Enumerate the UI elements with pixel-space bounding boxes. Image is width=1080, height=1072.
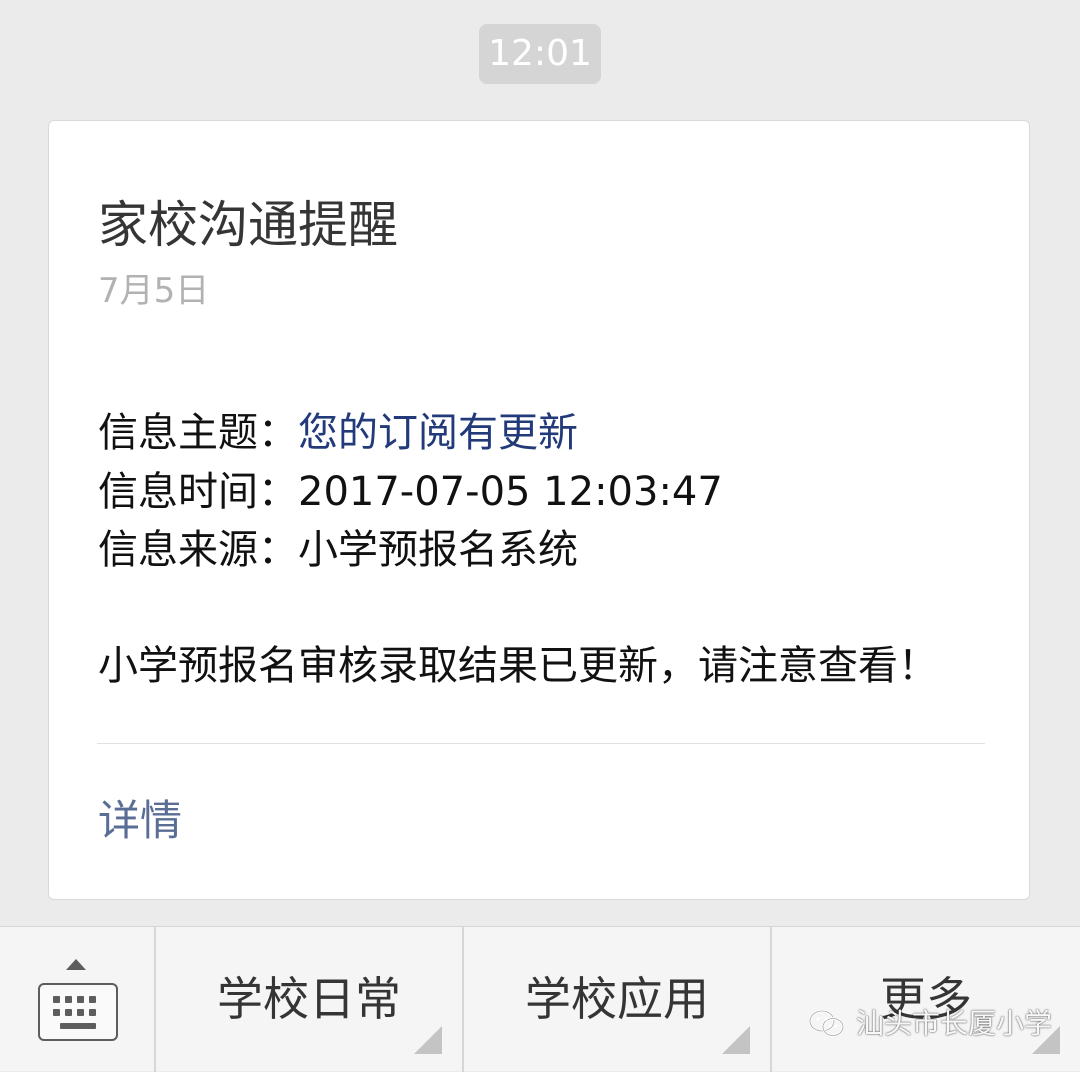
info-source-value: 小学预报名系统 bbox=[298, 527, 578, 573]
menu-item-school-daily[interactable]: 学校日常 bbox=[156, 927, 464, 1072]
details-link[interactable]: 详情 bbox=[98, 795, 182, 847]
card-body-text: 小学预报名审核录取结果已更新，请注意查看！ bbox=[98, 643, 938, 689]
chevron-up-icon bbox=[66, 959, 86, 970]
watermark: 汕头市长厦小学 bbox=[808, 1004, 1052, 1044]
submenu-indicator-icon bbox=[722, 1026, 750, 1054]
info-subject-value: 您的订阅有更新 bbox=[298, 410, 578, 456]
info-subject-label: 信息主题： bbox=[98, 410, 298, 456]
info-source-label: 信息来源： bbox=[98, 527, 298, 573]
keyboard-icon bbox=[38, 983, 118, 1041]
info-line-time: 信息时间：2017-07-05 12:03:47 bbox=[98, 467, 723, 517]
info-line-subject: 信息主题：您的订阅有更新 bbox=[98, 408, 578, 458]
info-time-value: 2017-07-05 12:03:47 bbox=[298, 469, 723, 515]
watermark-text: 汕头市长厦小学 bbox=[856, 1007, 1053, 1040]
menu-item-more[interactable]: 更多 bbox=[772, 927, 1080, 1072]
notification-card[interactable]: 家校沟通提醒 7月5日 信息主题：您的订阅有更新 信息时间：2017-07-05… bbox=[48, 120, 1030, 900]
card-divider bbox=[97, 743, 985, 744]
bottom-menu-bar: 学校日常 学校应用 更多 bbox=[0, 926, 1080, 1072]
keyboard-toggle-button[interactable] bbox=[0, 927, 156, 1072]
info-time-label: 信息时间： bbox=[98, 469, 298, 515]
card-date: 7月5日 bbox=[98, 271, 210, 311]
submenu-indicator-icon bbox=[414, 1026, 442, 1054]
card-title: 家校沟通提醒 bbox=[98, 196, 398, 254]
info-line-source: 信息来源：小学预报名系统 bbox=[98, 525, 578, 575]
menu-item-label: 学校日常 bbox=[217, 972, 401, 1026]
menu-item-label: 学校应用 bbox=[525, 972, 709, 1026]
chat-timestamp: 12:01 bbox=[479, 24, 601, 84]
menu-item-school-apps[interactable]: 学校应用 bbox=[464, 927, 772, 1072]
wechat-icon bbox=[808, 1009, 845, 1037]
